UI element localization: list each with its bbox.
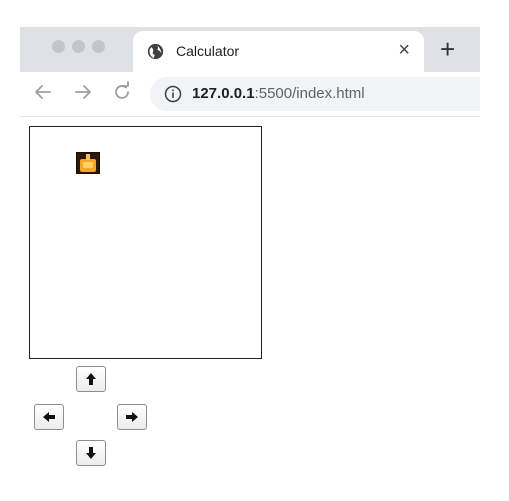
forward-arrow-icon[interactable] — [72, 81, 94, 103]
url-host: 127.0.0.1 — [192, 85, 255, 102]
right-arrow-icon — [126, 412, 138, 422]
player-sprite-icon — [76, 152, 100, 174]
reload-icon[interactable] — [111, 81, 133, 103]
left-arrow-icon — [43, 412, 55, 422]
tab-calculator[interactable]: Calculator × — [133, 31, 424, 72]
tab-close-button[interactable]: × — [398, 39, 410, 61]
maximize-window-button[interactable] — [92, 40, 105, 53]
tab-title: Calculator — [176, 43, 240, 59]
url-path: :5500/index.html — [254, 85, 365, 102]
url-text: 127.0.0.1:5500/index.html — [192, 85, 365, 102]
up-arrow-icon — [86, 373, 96, 385]
address-bar[interactable]: 127.0.0.1:5500/index.html — [150, 77, 480, 111]
move-up-button[interactable] — [76, 366, 106, 392]
browser-toolbar: 127.0.0.1:5500/index.html — [20, 72, 480, 117]
new-tab-button[interactable]: + — [440, 36, 455, 62]
move-right-button[interactable] — [117, 404, 147, 430]
down-arrow-icon — [86, 447, 96, 459]
info-icon[interactable] — [164, 85, 182, 103]
move-down-button[interactable] — [76, 440, 106, 466]
globe-icon — [147, 43, 164, 60]
game-board — [29, 126, 262, 359]
back-arrow-icon[interactable] — [32, 81, 54, 103]
close-window-button[interactable] — [52, 40, 65, 53]
tab-strip: Calculator × + — [20, 27, 480, 72]
browser-window: Calculator × + 127.0.0.1:5500/index.html — [0, 0, 509, 501]
minimize-window-button[interactable] — [72, 40, 85, 53]
move-left-button[interactable] — [34, 404, 64, 430]
